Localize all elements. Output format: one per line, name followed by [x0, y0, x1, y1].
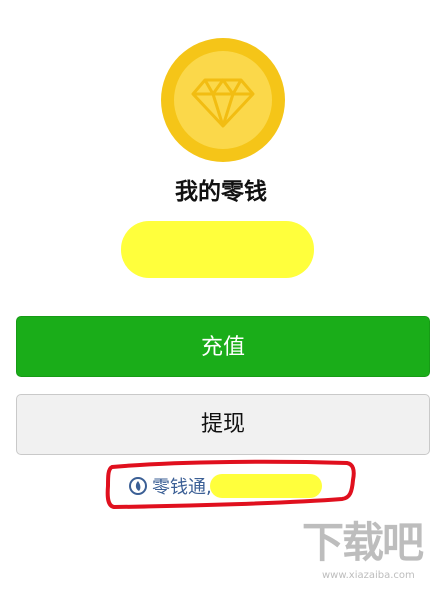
- fund-redaction: [210, 474, 322, 498]
- withdraw-button[interactable]: 提现: [16, 394, 430, 455]
- watermark-url: www.xiazaiba.com: [322, 570, 415, 581]
- page-title: 我的零钱: [175, 179, 267, 205]
- watermark-logo: 下载吧: [302, 518, 424, 567]
- coin-diamond-icon: [161, 38, 285, 162]
- licaitong-icon: [129, 477, 147, 495]
- recharge-button[interactable]: 充值: [16, 316, 430, 377]
- balance-redaction: [121, 221, 314, 278]
- watermark: 下载吧 www.xiazaiba.com: [300, 518, 438, 586]
- licaitong-label: 零钱通,: [152, 477, 212, 498]
- licaitong-link[interactable]: 零钱通,: [129, 473, 212, 499]
